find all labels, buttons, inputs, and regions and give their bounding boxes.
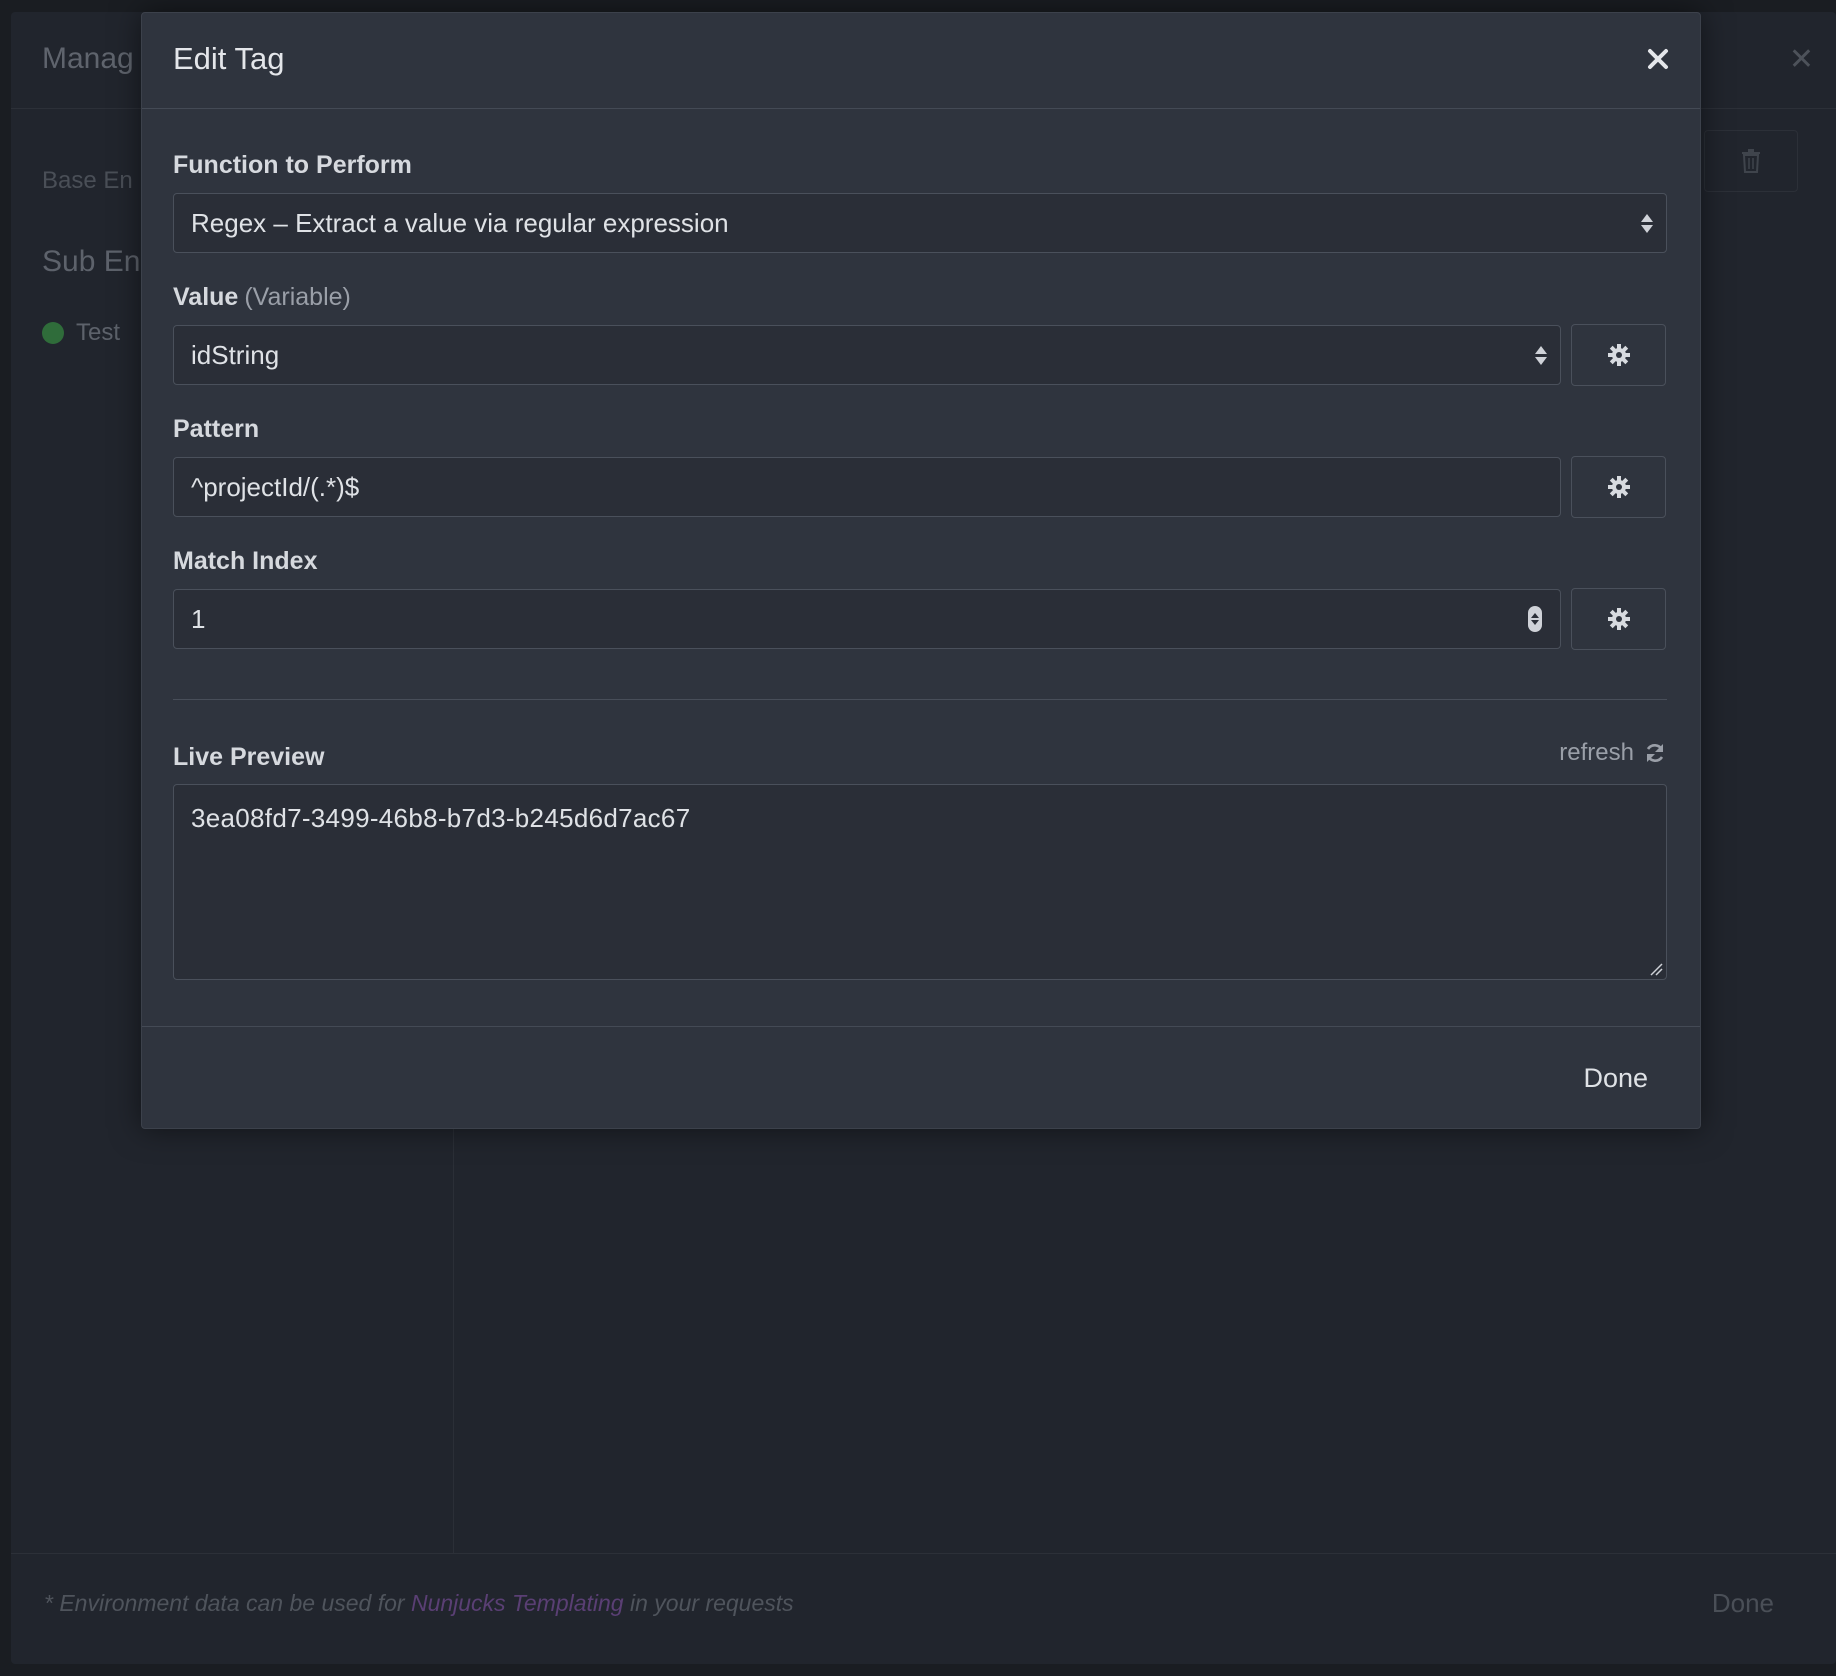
value-label: Value (Variable) [173, 283, 351, 311]
value-hint: (Variable) [244, 283, 351, 311]
match-index-value: 1 [191, 603, 206, 634]
close-button[interactable] [1638, 39, 1678, 79]
templating-note: * Environment data can be used for Nunju… [44, 1590, 794, 1616]
live-preview-textarea[interactable]: 3ea08fd7-3499-46b8-b7d3-b245d6d7ac67 [173, 784, 1667, 980]
function-select-value: Regex – Extract a value via regular expr… [191, 207, 729, 238]
bg-modal-footer: * Environment data can be used for Nunju… [11, 1553, 1836, 1664]
refresh-icon [1646, 744, 1664, 762]
done-button[interactable]: Done [1583, 1063, 1648, 1094]
gear-icon [1607, 344, 1630, 366]
refresh-label: refresh [1559, 739, 1634, 766]
environment-color-dot [42, 322, 64, 344]
pattern-input-value: ^projectId/(.*)$ [191, 471, 360, 502]
nunjucks-link[interactable]: Nunjucks Templating [411, 1590, 624, 1616]
bg-close-icon[interactable]: ✕ [1789, 42, 1814, 77]
dialog-title: Edit Tag [173, 41, 285, 76]
delete-environment-button[interactable] [1704, 130, 1798, 192]
section-divider [173, 699, 1667, 700]
match-index-label: Match Index [173, 547, 318, 575]
function-label: Function to Perform [173, 151, 412, 179]
bg-done-button[interactable]: Done [1712, 1588, 1774, 1619]
base-environment-item[interactable]: Base En [42, 167, 133, 195]
number-spinner-icon[interactable] [1528, 606, 1542, 632]
environment-item-test[interactable]: Test [42, 319, 120, 347]
value-select[interactable]: idString [173, 325, 1561, 385]
refresh-button[interactable]: refresh [1559, 739, 1666, 767]
edit-tag-dialog: Edit Tag Function to Perform Regex – Ext… [141, 12, 1701, 1129]
pattern-settings-button[interactable] [1571, 456, 1666, 518]
trash-icon [1742, 149, 1760, 173]
gear-icon [1607, 476, 1630, 498]
sub-environments-heading: Sub En [42, 245, 141, 278]
close-icon [1648, 49, 1668, 69]
pattern-label: Pattern [173, 415, 260, 443]
dialog-header: Edit Tag [142, 13, 1700, 109]
select-arrows-icon [1640, 213, 1654, 233]
pattern-input[interactable]: ^projectId/(.*)$ [173, 457, 1561, 517]
function-select[interactable]: Regex – Extract a value via regular expr… [173, 193, 1667, 253]
resize-grip-icon[interactable] [1649, 962, 1663, 976]
environment-item-label: Test [76, 319, 121, 346]
live-preview-value: 3ea08fd7-3499-46b8-b7d3-b245d6d7ac67 [191, 803, 691, 833]
match-index-input[interactable]: 1 [173, 589, 1561, 649]
select-arrows-icon [1534, 345, 1548, 365]
live-preview-label: Live Preview [173, 743, 325, 771]
match-index-settings-button[interactable] [1571, 588, 1666, 650]
bg-modal-title: Manag [42, 42, 134, 75]
gear-icon [1607, 608, 1630, 630]
value-select-value: idString [191, 339, 280, 370]
value-settings-button[interactable] [1571, 324, 1666, 386]
dialog-footer: Done [142, 1026, 1700, 1128]
